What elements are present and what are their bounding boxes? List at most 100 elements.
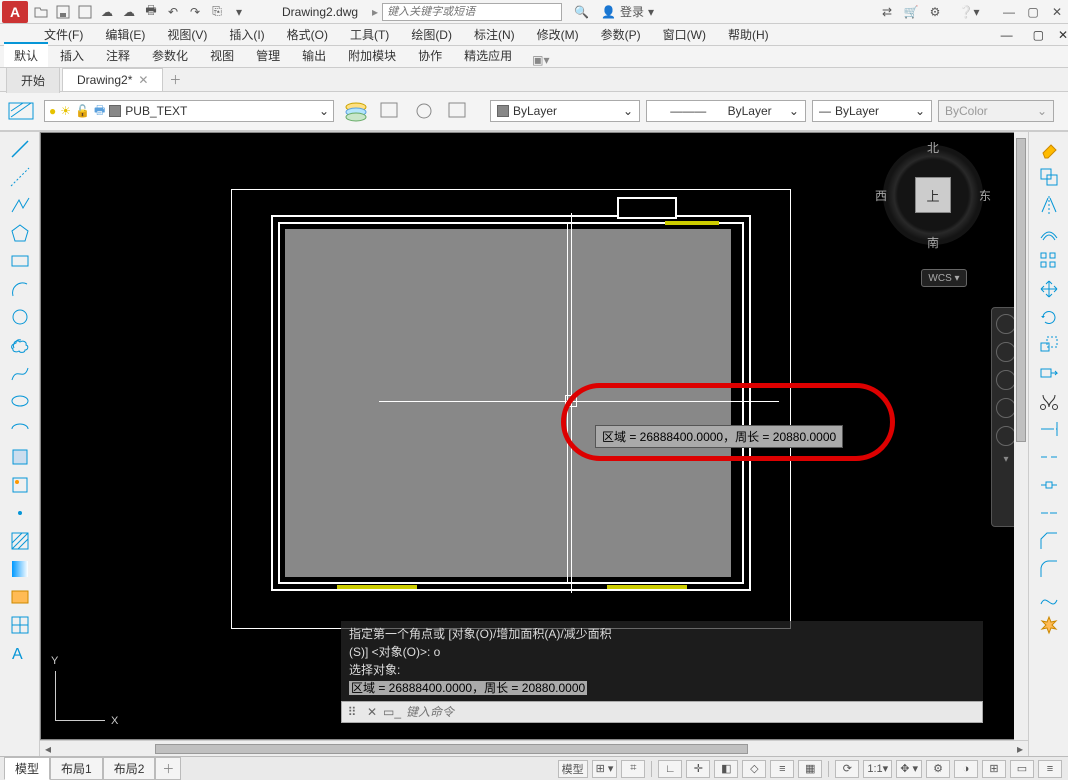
- array-tool-icon[interactable]: [1033, 248, 1065, 274]
- layout-tab-model[interactable]: 模型: [4, 757, 50, 780]
- redo-icon[interactable]: ↷: [186, 3, 204, 21]
- osnap-toggle-icon[interactable]: ◇: [742, 760, 766, 778]
- viewcube-south[interactable]: 南: [927, 234, 939, 251]
- menu-insert[interactable]: 插入(I): [225, 24, 268, 45]
- doc-tab-current[interactable]: Drawing2* ✕: [62, 68, 163, 91]
- ribbon-expand-icon[interactable]: ▣▾: [532, 53, 549, 67]
- mdi-minimize-icon[interactable]: —: [1001, 28, 1013, 42]
- app-store-icon[interactable]: ⚙: [926, 3, 944, 21]
- navbar-expand-icon[interactable]: ▾: [1003, 454, 1008, 465]
- hatch-tool-icon[interactable]: [4, 528, 36, 554]
- rectangle-tool-icon[interactable]: [4, 248, 36, 274]
- qat-more-icon[interactable]: ▾: [230, 3, 248, 21]
- ribbon-tab-output[interactable]: 输出: [292, 44, 336, 67]
- customize-status-icon[interactable]: ≡: [1038, 760, 1062, 778]
- blend-tool-icon[interactable]: [1033, 584, 1065, 610]
- iso-toggle-icon[interactable]: ◧: [714, 760, 738, 778]
- polar-toggle-icon[interactable]: ✛: [686, 760, 710, 778]
- cloud-open-icon[interactable]: ☁: [98, 3, 116, 21]
- otrack-icon[interactable]: [408, 98, 440, 124]
- horizontal-scrollbar[interactable]: ◂ ▸: [40, 740, 1028, 756]
- spline-tool-icon[interactable]: [4, 360, 36, 386]
- command-input[interactable]: [402, 705, 982, 719]
- window-restore-icon[interactable]: ▢: [1024, 3, 1042, 21]
- lineweight-toggle-icon[interactable]: ≡: [770, 760, 794, 778]
- mdi-close-icon[interactable]: ✕: [1058, 28, 1068, 42]
- mirror-tool-icon[interactable]: [1033, 192, 1065, 218]
- menu-view[interactable]: 视图(V): [163, 24, 211, 45]
- app-logo[interactable]: A: [2, 1, 28, 23]
- anno-monitor-icon[interactable]: ◑: [954, 760, 978, 778]
- new-tab-button[interactable]: ＋: [165, 71, 185, 88]
- viewcube-north[interactable]: 北: [927, 139, 939, 156]
- text-tool-icon[interactable]: A: [4, 640, 36, 666]
- viewcube-top-face[interactable]: 上: [915, 177, 951, 213]
- ribbon-tab-addins[interactable]: 附加模块: [338, 44, 406, 67]
- ribbon-tab-featured[interactable]: 精选应用: [454, 44, 522, 67]
- ribbon-tab-insert[interactable]: 插入: [50, 44, 94, 67]
- showmotion-icon[interactable]: [996, 426, 1016, 446]
- menu-tools[interactable]: 工具(T): [346, 24, 393, 45]
- stretch-tool-icon[interactable]: [1033, 360, 1065, 386]
- offset-tool-icon[interactable]: [1033, 220, 1065, 246]
- layer-state-icon[interactable]: [442, 98, 474, 124]
- cmd-handle-icon[interactable]: ⠿: [342, 705, 362, 719]
- menu-edit[interactable]: 编辑(E): [101, 24, 149, 45]
- search-action-icon[interactable]: 🔍: [574, 5, 589, 19]
- wcs-badge[interactable]: WCS ▾: [921, 269, 967, 287]
- point-tool-icon[interactable]: [4, 500, 36, 526]
- layer-dropdown[interactable]: ● ☀ 🔓 🖶 PUB_TEXT ⌄: [44, 100, 334, 122]
- menu-modify[interactable]: 修改(M): [533, 24, 583, 45]
- close-icon[interactable]: ✕: [138, 73, 148, 87]
- revision-cloud-icon[interactable]: [4, 332, 36, 358]
- scale-tool-icon[interactable]: [1033, 332, 1065, 358]
- layer-match-icon[interactable]: [374, 98, 406, 124]
- chamfer-tool-icon[interactable]: [1033, 528, 1065, 554]
- mdi-restore-icon[interactable]: ▢: [1033, 28, 1044, 42]
- window-minimize-icon[interactable]: —: [1000, 3, 1018, 21]
- extend-tool-icon[interactable]: [1033, 416, 1065, 442]
- viewcube-west[interactable]: 西: [875, 187, 887, 204]
- break-tool-icon[interactable]: [1033, 472, 1065, 498]
- ellipse-arc-tool-icon[interactable]: [4, 416, 36, 442]
- anno-scale-icon[interactable]: ⟳: [835, 760, 859, 778]
- fillet-tool-icon[interactable]: [1033, 556, 1065, 582]
- cloud-save-icon[interactable]: ☁: [120, 3, 138, 21]
- drawing-canvas[interactable]: 区域 = 26888400.0000，周长 = 20880.0000 上 北 南…: [40, 132, 1028, 740]
- steering-wheel-icon[interactable]: [996, 314, 1016, 334]
- arc-tool-icon[interactable]: [4, 276, 36, 302]
- scroll-thumb[interactable]: [155, 744, 748, 754]
- gradient-tool-icon[interactable]: [4, 556, 36, 582]
- pan-icon[interactable]: [996, 342, 1016, 362]
- scale-indicator[interactable]: 1:1 ▾: [863, 760, 892, 778]
- layout-tab-add[interactable]: ＋: [155, 757, 181, 780]
- move-tool-icon[interactable]: [1033, 276, 1065, 302]
- layer-hatch-icon[interactable]: [6, 98, 38, 124]
- trim-tool-icon[interactable]: [1033, 388, 1065, 414]
- print-icon[interactable]: 🖶: [142, 3, 160, 21]
- table-tool-icon[interactable]: [4, 612, 36, 638]
- ellipse-tool-icon[interactable]: [4, 388, 36, 414]
- workspace-icon[interactable]: ⚙: [926, 760, 950, 778]
- zoom-extents-icon[interactable]: [996, 370, 1016, 390]
- grid-toggle-icon[interactable]: ⊞ ▾: [592, 760, 618, 778]
- ribbon-tab-annotate[interactable]: 注释: [96, 44, 140, 67]
- vertical-scrollbar[interactable]: [1014, 132, 1028, 740]
- ortho-toggle-icon[interactable]: ∟: [658, 760, 682, 778]
- plotstyle-dropdown[interactable]: — ByLayer ⌄: [812, 100, 932, 122]
- layout-tab-2[interactable]: 布局2: [103, 757, 156, 780]
- gizmo-toggle-icon[interactable]: ✥ ▾: [896, 760, 922, 778]
- exchange-icon[interactable]: ⇄: [878, 3, 896, 21]
- orbit-icon[interactable]: [996, 398, 1016, 418]
- layers-manage-icon[interactable]: [340, 98, 372, 124]
- saveas-icon[interactable]: [76, 3, 94, 21]
- menu-param[interactable]: 参数(P): [597, 24, 645, 45]
- menu-help[interactable]: 帮助(H): [724, 24, 773, 45]
- ribbon-tab-view[interactable]: 视图: [200, 44, 244, 67]
- status-model-button[interactable]: 模型: [558, 760, 588, 778]
- ribbon-tab-default[interactable]: 默认: [4, 42, 48, 67]
- polyline-tool-icon[interactable]: [4, 192, 36, 218]
- linetype-dropdown[interactable]: ByLayer ⌄: [490, 100, 640, 122]
- window-close-icon[interactable]: ✕: [1048, 3, 1066, 21]
- insert-block-icon[interactable]: [4, 444, 36, 470]
